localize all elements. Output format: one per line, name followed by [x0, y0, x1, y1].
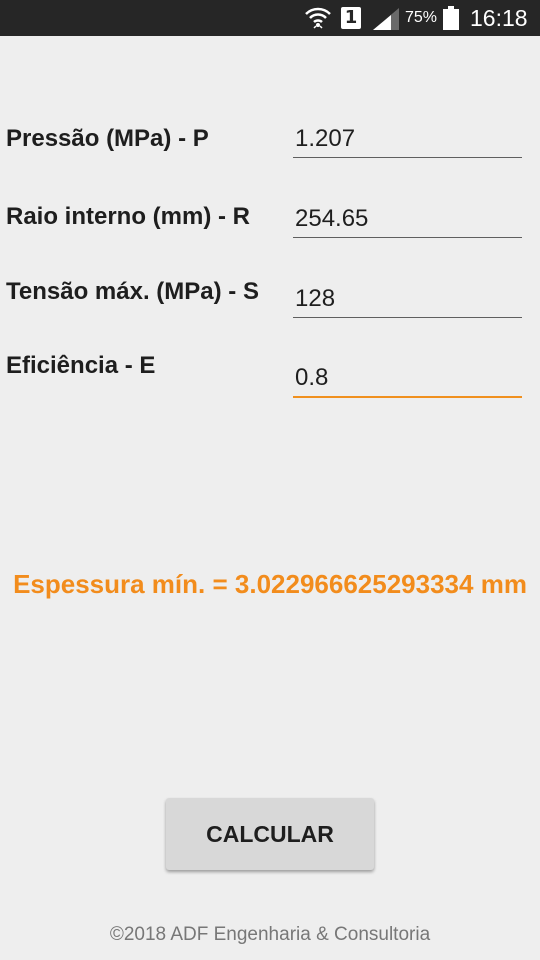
signal-icon: [373, 8, 399, 30]
pressure-input[interactable]: [293, 120, 522, 158]
clock-time: 16:18: [470, 5, 528, 31]
pressure-label: Pressão (MPa) - P: [6, 125, 209, 152]
efficiency-label: Eficiência - E: [6, 352, 156, 379]
max-stress-input[interactable]: [293, 280, 522, 318]
calculate-button[interactable]: CALCULAR: [166, 798, 374, 870]
result-thickness: Espessura mín. = 3.022966625293334 mm: [13, 569, 527, 599]
inner-radius-label: Raio interno (mm) - R: [6, 203, 250, 230]
sim-icon: 1: [341, 7, 361, 29]
status-bar: 1 75% 16:18: [0, 0, 540, 36]
wifi-icon: [305, 7, 331, 29]
battery-percent: 75%: [405, 9, 438, 26]
copyright-footer: ©2018 ADF Engenharia & Consultoria: [109, 924, 431, 945]
battery-icon: [443, 6, 459, 30]
efficiency-input[interactable]: [293, 360, 522, 398]
max-stress-label: Tensão máx. (MPa) - S: [6, 278, 259, 305]
inner-radius-input[interactable]: [293, 200, 522, 238]
